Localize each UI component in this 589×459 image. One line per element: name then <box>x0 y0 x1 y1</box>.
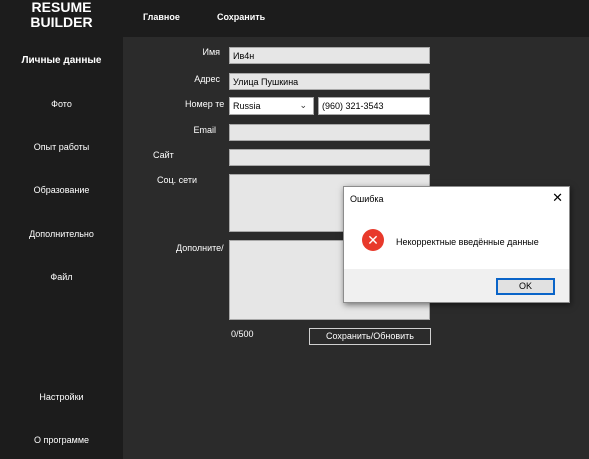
error-dialog: Ошибка ✕ ✕ Некорректные введённые данные… <box>343 186 570 303</box>
country-select[interactable]: Russia ⌄ <box>229 97 314 115</box>
additional-label: Дополните/ <box>176 243 224 253</box>
name-label: Имя <box>202 47 220 57</box>
email-label: Email <box>193 125 216 135</box>
app-logo: RESUME BUILDER <box>0 0 123 37</box>
dialog-message: Некорректные введённые данные <box>396 237 539 247</box>
menu-save[interactable]: Сохранить <box>217 12 265 22</box>
chevron-down-icon: ⌄ <box>299 100 307 110</box>
site-label: Сайт <box>153 150 174 160</box>
dialog-title: Ошибка <box>350 194 384 204</box>
sidebar-item-additional[interactable]: Дополнительно <box>0 229 123 239</box>
sidebar-item-experience[interactable]: Опыт работы <box>0 142 123 152</box>
social-label: Соц. сети <box>157 175 198 185</box>
close-icon[interactable]: ✕ <box>552 190 563 206</box>
name-field[interactable]: Ив4н <box>229 47 430 64</box>
sidebar-item-photo[interactable]: Фото <box>0 99 123 109</box>
sidebar: RESUME BUILDER Личные данные Фото Опыт р… <box>0 0 123 459</box>
menu-home[interactable]: Главное <box>143 12 180 22</box>
address-field[interactable]: Улица Пушкина <box>229 73 430 90</box>
sidebar-item-file[interactable]: Файл <box>0 272 123 282</box>
sidebar-item-settings[interactable]: Настройки <box>0 392 123 402</box>
sidebar-item-education[interactable]: Образование <box>0 185 123 195</box>
sidebar-item-about[interactable]: О программе <box>0 435 123 445</box>
save-update-button[interactable]: Сохранить/Обновить <box>309 328 431 345</box>
phone-label: Номер те <box>185 99 225 109</box>
error-icon: ✕ <box>362 229 384 251</box>
email-field[interactable] <box>229 124 430 141</box>
ok-button[interactable]: OK <box>496 278 555 295</box>
address-label: Адрес <box>194 74 220 84</box>
country-value: Russia <box>233 101 261 111</box>
char-counter: 0/500 <box>231 329 254 339</box>
phone-field[interactable]: (960) 321-3543 <box>318 97 430 115</box>
top-menu-bar: Главное Сохранить <box>123 0 589 37</box>
logo-line-1: RESUME <box>31 0 92 15</box>
dialog-footer: OK <box>344 269 569 302</box>
site-field[interactable] <box>229 149 430 166</box>
logo-line-2: BUILDER <box>30 14 93 30</box>
sidebar-item-personal[interactable]: Личные данные <box>0 55 123 66</box>
